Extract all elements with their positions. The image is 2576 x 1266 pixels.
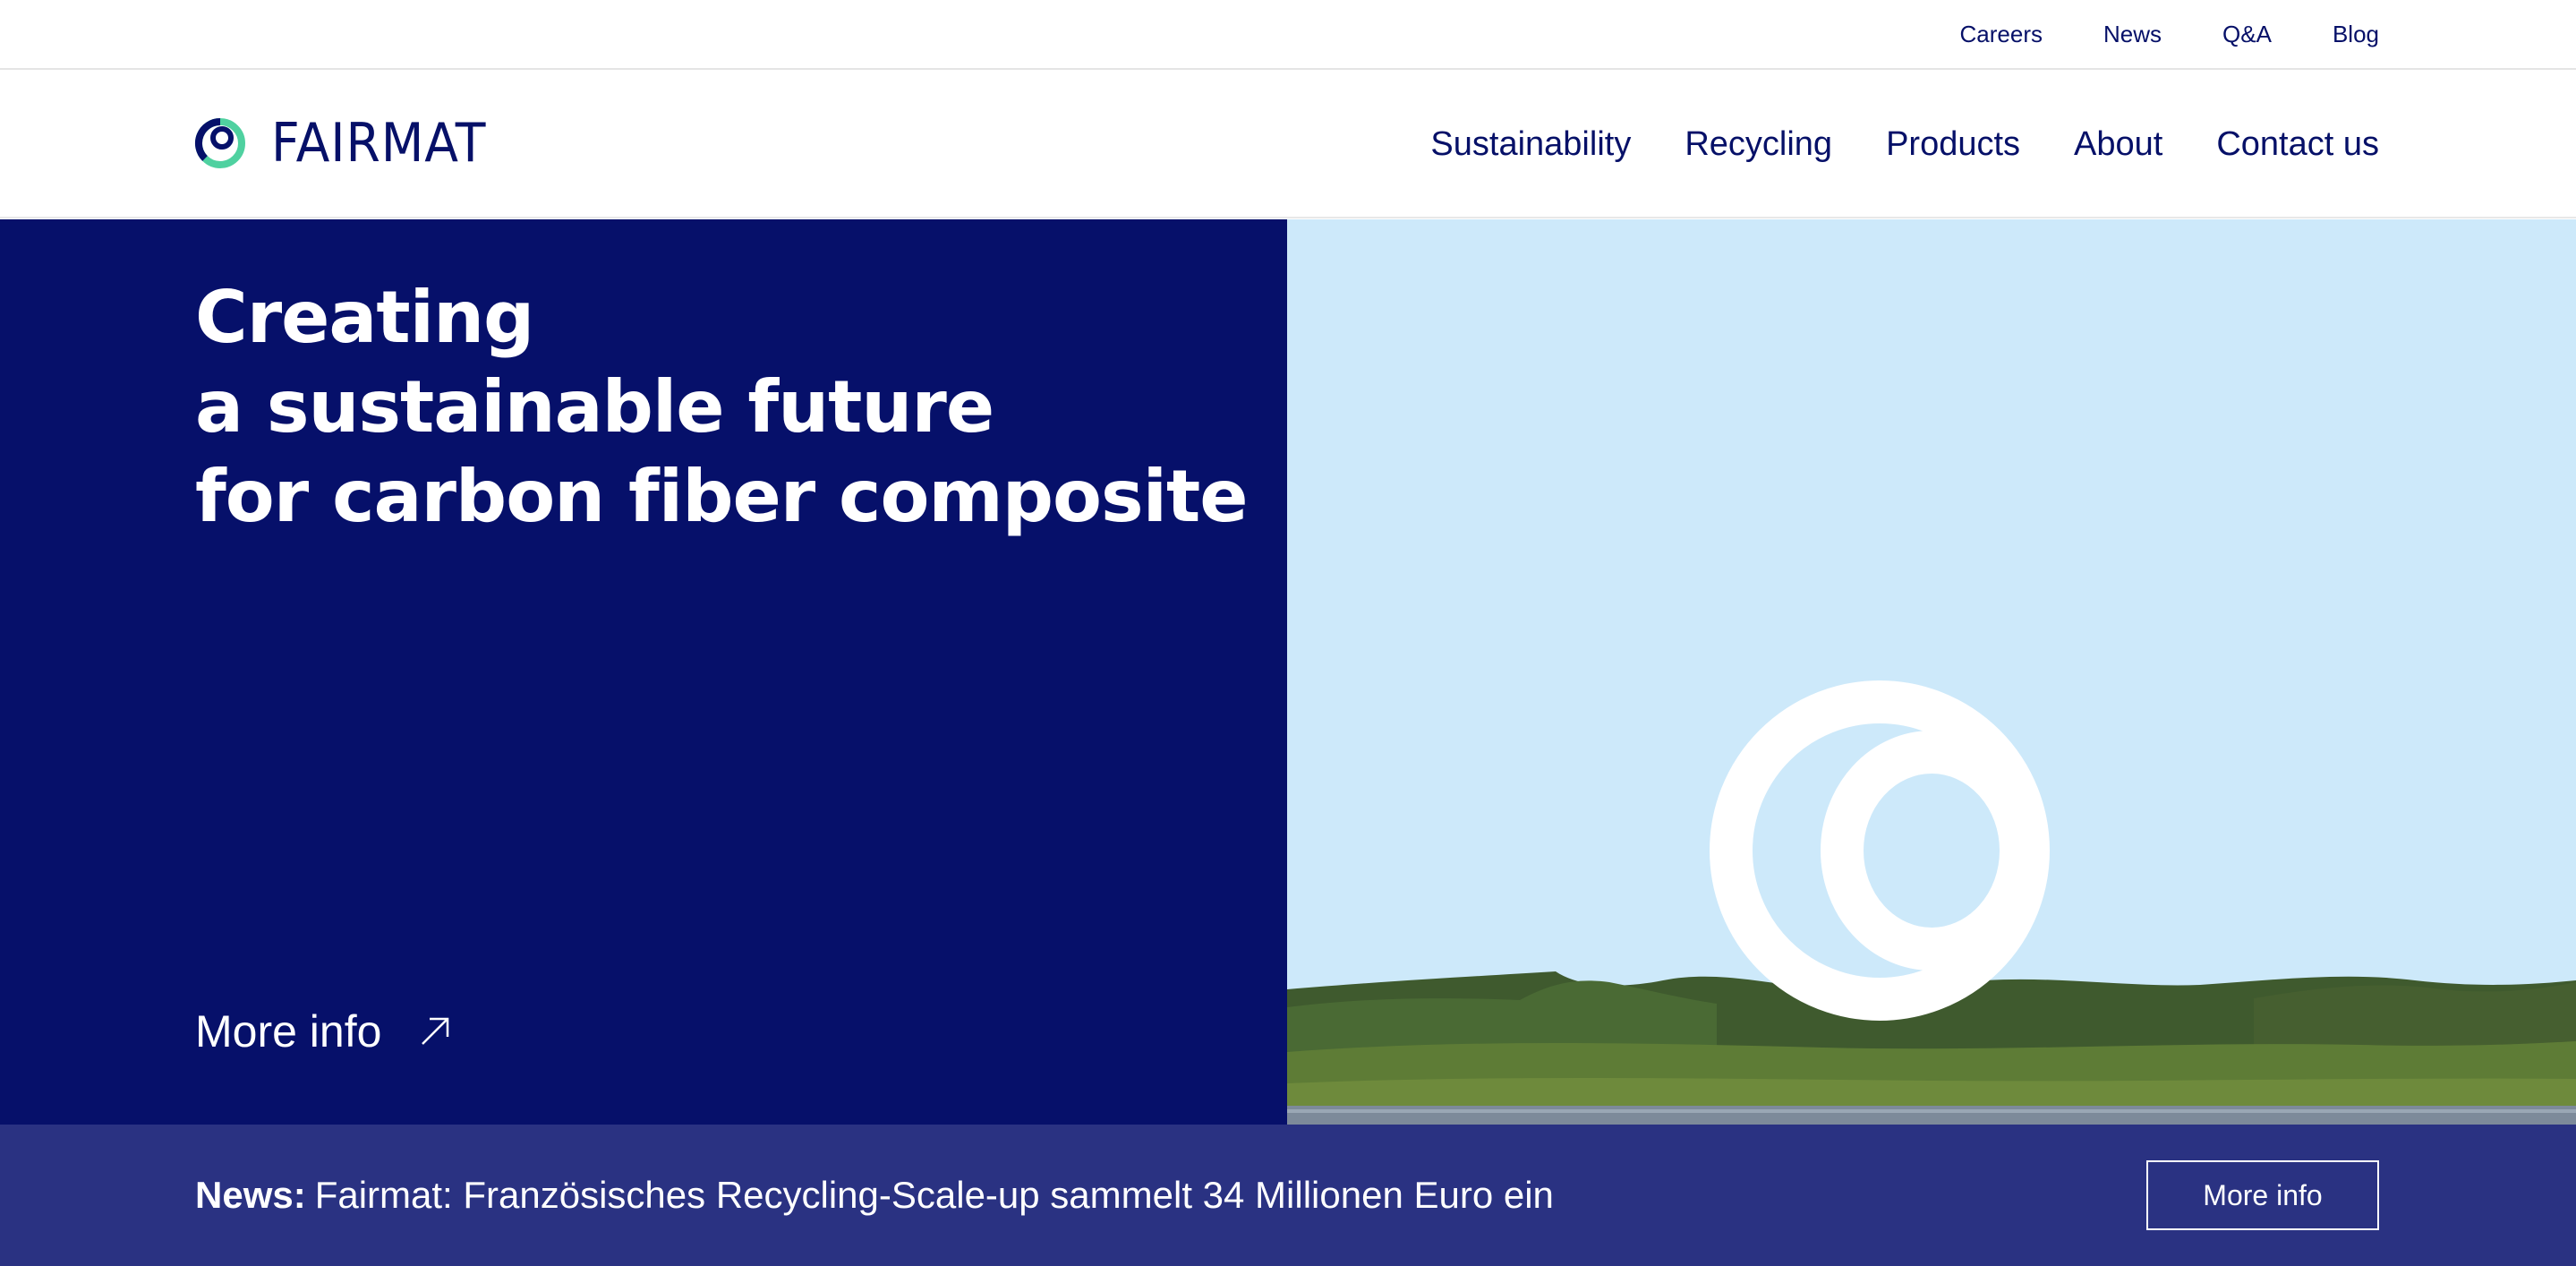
hero-title: Creating a sustainable future for carbon… — [195, 273, 1249, 542]
utility-link-qa[interactable]: Q&A — [2222, 21, 2272, 48]
nav-recycling[interactable]: Recycling — [1685, 125, 1832, 164]
hero-more-info-link[interactable]: More info — [195, 1005, 453, 1057]
hero-title-line: Creating — [195, 276, 534, 359]
utility-bar: Careers News Q&A Blog — [0, 0, 2576, 70]
news-headline-link[interactable]: Fairmat: Französisches Recycling-Scale-u… — [315, 1174, 1554, 1217]
news-more-info-button[interactable]: More info — [2146, 1160, 2379, 1230]
news-bar: News: Fairmat: Französisches Recycling-S… — [0, 1125, 2576, 1266]
hero-image — [1287, 219, 2576, 1125]
hero-more-info-label: More info — [195, 1006, 382, 1056]
main-header: FAIRMAT Sustainability Recycling Product… — [0, 70, 2576, 218]
news-text: News: Fairmat: Französisches Recycling-S… — [195, 1125, 1554, 1266]
nav-about[interactable]: About — [2074, 125, 2162, 164]
main-nav: Sustainability Recycling Products About … — [1430, 70, 2379, 218]
logo-wordmark: FAIRMAT — [271, 112, 487, 175]
arrow-up-right-icon — [422, 1017, 449, 1045]
utility-link-blog[interactable]: Blog — [2333, 21, 2379, 48]
landscape-illustration — [1287, 219, 2576, 1125]
nav-contact-us[interactable]: Contact us — [2216, 125, 2379, 164]
hero-title-line: for carbon fiber composite — [195, 455, 1249, 538]
news-label: News: — [195, 1174, 306, 1216]
page: Careers News Q&A Blog FAIRMAT Sustainabi… — [0, 0, 2576, 1266]
utility-link-news[interactable]: News — [2103, 21, 2162, 48]
nav-products[interactable]: Products — [1886, 125, 2020, 164]
hero-panel: Creating a sustainable future for carbon… — [0, 219, 1287, 1125]
fairmat-logo-icon — [194, 117, 245, 168]
hero-title-line: a sustainable future — [195, 365, 994, 449]
logo[interactable]: FAIRMAT — [194, 116, 505, 170]
utility-nav: Careers News Q&A Blog — [1960, 0, 2379, 68]
utility-link-careers[interactable]: Careers — [1960, 21, 2043, 48]
nav-sustainability[interactable]: Sustainability — [1430, 125, 1631, 164]
